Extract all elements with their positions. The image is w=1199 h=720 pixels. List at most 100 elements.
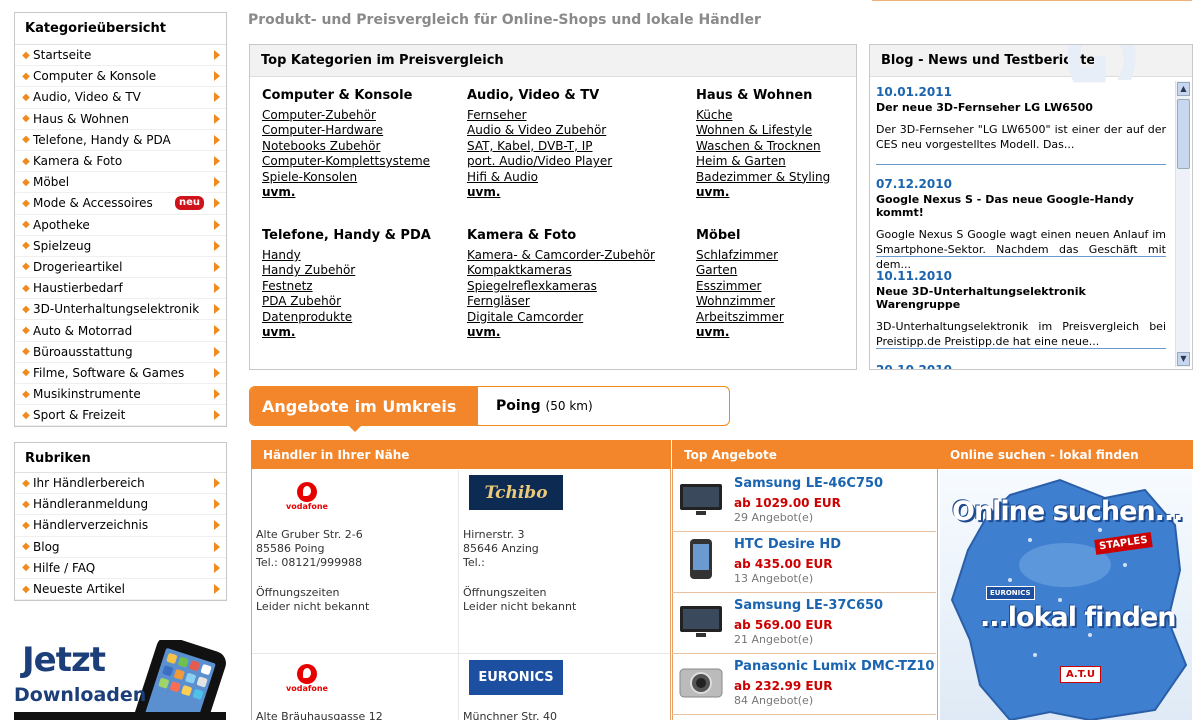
sidebar-category-item[interactable]: ◆ Haustierbedarf bbox=[15, 278, 226, 300]
category-link[interactable]: Arbeitszimmer bbox=[696, 310, 896, 325]
category-link[interactable]: Schlafzimmer bbox=[696, 248, 896, 263]
offer-name[interactable]: Samsung LE-46C750 bbox=[734, 476, 883, 491]
sidebar-category-item[interactable]: ◆ Auto & Motorrad bbox=[15, 320, 226, 342]
category-link[interactable]: Waschen & Trocknen bbox=[696, 139, 896, 154]
blog-entry[interactable]: 10.11.2010 Neue 3D-Unterhaltungselektroni… bbox=[876, 269, 1166, 349]
category-link[interactable]: Spiegelreflexkameras bbox=[467, 279, 667, 294]
sidebar-category-item[interactable]: ◆ Sport & Freizeit bbox=[15, 405, 226, 427]
offer-item[interactable]: Panasonic Lumix DMC-TZ10 ab 232.99 EUR 84 … bbox=[672, 653, 936, 715]
blog-entry[interactable]: 20.10.2010 bbox=[876, 363, 1166, 369]
category-link[interactable]: Audio & Video Zubehör bbox=[467, 123, 667, 138]
blog-entry[interactable]: 07.12.2010 Google Nexus S - Das neue Goog… bbox=[876, 177, 1166, 272]
category-link[interactable]: Heim & Garten bbox=[696, 154, 896, 169]
offer-name[interactable]: Panasonic Lumix DMC-TZ10 bbox=[734, 659, 934, 674]
sidebar-category-label: Sport & Freizeit bbox=[33, 408, 126, 423]
arrow-right-icon bbox=[214, 198, 220, 209]
sidebar-category-item[interactable]: ◆ Spielzeug bbox=[15, 236, 226, 257]
dealer-street: Münchner Str. 40 bbox=[463, 710, 558, 720]
category-link[interactable]: Kompaktkameras bbox=[467, 263, 667, 278]
scroll-down-icon[interactable]: ▼ bbox=[1177, 352, 1190, 366]
blog-headline[interactable]: Neue 3D-Unterhaltungselektronik Warengru… bbox=[876, 285, 1166, 311]
category-link[interactable]: Badezimmer & Styling bbox=[696, 170, 896, 185]
bullet-icon: ◆ bbox=[22, 325, 30, 337]
dealer-info[interactable]: Münchner Str. 40 bbox=[463, 710, 658, 720]
category-link[interactable]: Kamera- & Camcorder-Zubehör bbox=[467, 248, 667, 263]
sidebar-rubrik-item[interactable]: ◆ Händlerverzeichnis bbox=[15, 515, 226, 537]
blog-panel: Blog - News und Testberichte BLOG 10.01.… bbox=[869, 44, 1193, 370]
blog-entry[interactable]: 10.01.2011 Der neue 3D-Fernseher LG LW650… bbox=[876, 85, 1166, 152]
more-link[interactable]: uvm. bbox=[467, 325, 667, 340]
offer-item[interactable]: Samsung LE-37C650 ab 569.00 EUR 21 Angebot… bbox=[672, 592, 936, 654]
category-link[interactable]: Handy Zubehör bbox=[262, 263, 462, 278]
offer-name[interactable]: Samsung LE-37C650 bbox=[734, 598, 883, 613]
category-link[interactable]: Festnetz bbox=[262, 279, 462, 294]
sidebar-category-item[interactable]: ◆ Computer & Konsole bbox=[15, 66, 226, 88]
angebote-location[interactable]: Poing (50 km) bbox=[496, 398, 593, 414]
category-link[interactable]: Hifi & Audio bbox=[467, 170, 667, 185]
sidebar-rubrik-item[interactable]: ◆ Ihr Händlerbereich bbox=[15, 473, 226, 495]
bullet-icon: ◆ bbox=[22, 155, 30, 167]
category-link[interactable]: Computer-Komplettsysteme bbox=[262, 154, 462, 169]
category-link[interactable]: Ferngläser bbox=[467, 294, 667, 309]
sidebar-category-item[interactable]: ◆ Haus & Wohnen bbox=[15, 109, 226, 130]
blog-headline[interactable]: Der neue 3D-Fernseher LG LW6500 bbox=[876, 101, 1166, 114]
sidebar-category-item[interactable]: ◆ Möbel bbox=[15, 172, 226, 194]
dealer-info[interactable]: Alte Gruber Str. 2-6 85586 Poing Tel.: 081… bbox=[256, 528, 451, 614]
sidebar-category-item[interactable]: ◆ Apotheke bbox=[15, 215, 226, 236]
category-link[interactable]: Digitale Camcorder bbox=[467, 310, 667, 325]
dealer-info[interactable]: Hirnerstr. 3 85646 Anzing Tel.: Öffnungszei… bbox=[463, 528, 658, 614]
sidebar-category-item[interactable]: ◆ Audio, Video & TV bbox=[15, 87, 226, 109]
sidebar-category-item[interactable]: ◆ Drogerieartikel bbox=[15, 257, 226, 279]
category-link[interactable]: Spiele-Konsolen bbox=[262, 170, 462, 185]
dealer-info[interactable]: Alte Bräuhausgasse 12 bbox=[256, 710, 451, 720]
category-link[interactable]: port. Audio/Video Player bbox=[467, 154, 667, 169]
category-link[interactable]: Fernseher bbox=[467, 108, 667, 123]
atu-logo: A.T.U bbox=[1060, 666, 1101, 683]
sidebar-category-item[interactable]: ◆ Telefone, Handy & PDA bbox=[15, 130, 226, 151]
dealer-phone: Tel.: bbox=[463, 556, 485, 569]
offer-item[interactable]: HTC Desire HD ab 435.00 EUR 13 Angebot(e) bbox=[672, 531, 936, 593]
blog-date: 10.01.2011 bbox=[876, 85, 952, 99]
sidebar-category-label: Auto & Motorrad bbox=[33, 323, 133, 338]
more-link[interactable]: uvm. bbox=[262, 185, 462, 200]
sidebar-category-item[interactable]: ◆ 3D-Unterhaltungselektronik bbox=[15, 299, 226, 321]
category-link[interactable]: Esszimmer bbox=[696, 279, 896, 294]
sidebar-rubrik-item[interactable]: ◆ Neueste Artikel bbox=[15, 579, 226, 601]
category-link[interactable]: Computer-Zubehör bbox=[262, 108, 462, 123]
category-link[interactable]: Datenprodukte bbox=[262, 310, 462, 325]
category-link[interactable]: Garten bbox=[696, 263, 896, 278]
more-link[interactable]: uvm. bbox=[262, 325, 462, 340]
more-link[interactable]: uvm. bbox=[467, 185, 667, 200]
scroll-thumb[interactable] bbox=[1177, 99, 1190, 169]
dealer-divider-v bbox=[458, 470, 459, 720]
sidebar-category-item[interactable]: ◆ Musikinstrumente bbox=[15, 384, 226, 406]
local-search-promo[interactable]: Online suchen... STAPLES EURONICS ...lok… bbox=[940, 470, 1192, 720]
sidebar-rubrik-item[interactable]: ◆ Blog bbox=[15, 537, 226, 558]
arrow-right-icon bbox=[214, 283, 220, 294]
category-link[interactable]: SAT, Kabel, DVB-T, IP bbox=[467, 139, 667, 154]
blog-headline[interactable]: Google Nexus S - Das neue Google-Handy k… bbox=[876, 193, 1166, 219]
sidebar-category-item[interactable]: ◆ Filme, Software & Games bbox=[15, 363, 226, 384]
category-link[interactable]: Computer-Hardware bbox=[262, 123, 462, 138]
sidebar-category-item[interactable]: ◆ Startseite bbox=[15, 45, 226, 67]
sidebar-rubrik-item[interactable]: ◆ Hilfe / FAQ bbox=[15, 558, 226, 579]
offer-name[interactable]: HTC Desire HD bbox=[734, 537, 841, 552]
category-link[interactable]: PDA Zubehör bbox=[262, 294, 462, 309]
category-link[interactable]: Küche bbox=[696, 108, 896, 123]
more-link[interactable]: uvm. bbox=[696, 185, 896, 200]
blog-scrollbar[interactable]: ▲ ▼ bbox=[1175, 81, 1190, 367]
vodafone-icon bbox=[297, 482, 317, 502]
category-link[interactable]: Wohnen & Lifestyle bbox=[696, 123, 896, 138]
sidebar-rubrik-item[interactable]: ◆ Händleranmeldung bbox=[15, 494, 226, 516]
app-download-promo[interactable]: Jetzt Downloaden bbox=[14, 636, 226, 720]
sidebar-category-item[interactable]: ◆ Mode & Accessoires neu bbox=[15, 193, 226, 215]
category-link[interactable]: Wohnzimmer bbox=[696, 294, 896, 309]
scroll-up-icon[interactable]: ▲ bbox=[1177, 82, 1190, 96]
sidebar-category-item[interactable]: ◆ Kamera & Foto bbox=[15, 151, 226, 173]
offer-item[interactable]: Samsung LE-46C750 ab 1029.00 EUR 29 Angebo… bbox=[672, 470, 936, 532]
category-link[interactable]: Handy bbox=[262, 248, 462, 263]
category-link[interactable]: Notebooks Zubehör bbox=[262, 139, 462, 154]
more-link[interactable]: uvm. bbox=[696, 325, 896, 340]
offer-count: 84 Angebot(e) bbox=[734, 694, 814, 707]
sidebar-category-item[interactable]: ◆ Büroausstattung bbox=[15, 342, 226, 363]
